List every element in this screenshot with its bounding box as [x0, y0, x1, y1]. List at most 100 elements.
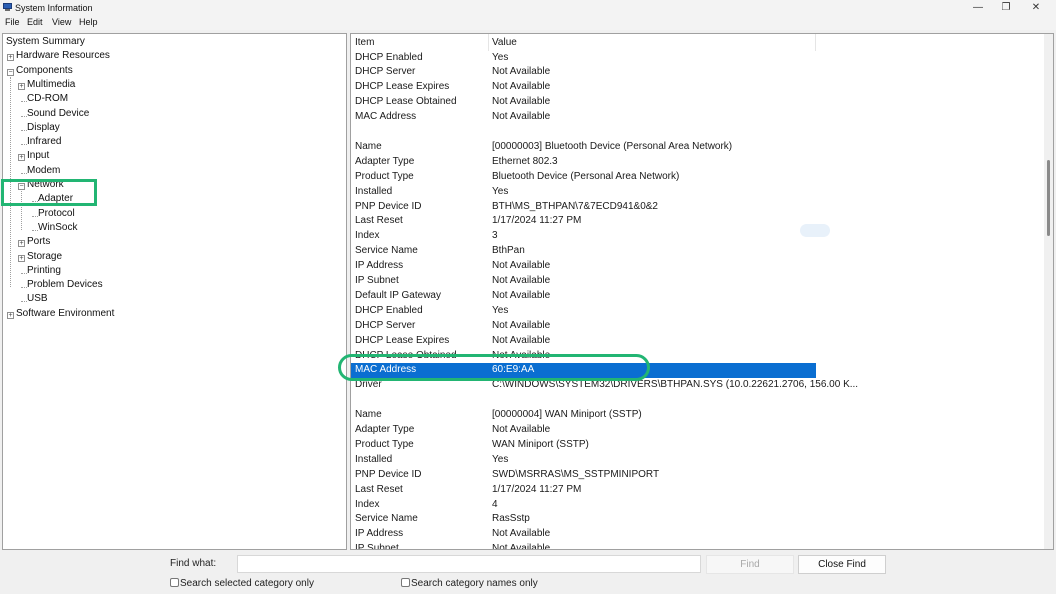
table-row[interactable]: MAC Address Not Available	[351, 110, 816, 125]
tree-item-problem-devices[interactable]: Problem Devices	[27, 279, 103, 290]
find-button[interactable]: Find	[706, 555, 794, 574]
tree-item-components[interactable]: Components	[16, 65, 73, 76]
expand-icon[interactable]: +	[18, 254, 25, 262]
checkbox-label: Search selected category only	[180, 578, 314, 589]
value-cell: Yes	[492, 453, 509, 465]
value-cell: Yes	[492, 304, 509, 316]
tree-item-storage[interactable]: Storage	[27, 251, 62, 262]
tree-item-system-summary[interactable]: System Summary	[6, 36, 85, 47]
item-cell: DHCP Lease Expires	[355, 334, 450, 346]
checkbox-box[interactable]	[401, 578, 410, 587]
table-row[interactable]: Installed Yes	[351, 185, 816, 200]
column-separator[interactable]	[815, 34, 816, 51]
value-cell: BTH\MS_BTHPAN\7&7ECD941&0&2	[492, 200, 658, 212]
table-row[interactable]: Product Type WAN Miniport (SSTP)	[351, 438, 816, 453]
item-cell: PNP Device ID	[355, 200, 422, 212]
table-row[interactable]: DHCP Server Not Available	[351, 319, 816, 334]
table-row[interactable]: Service Name BthPan	[351, 244, 816, 259]
table-row[interactable]: IP Subnet Not Available	[351, 274, 816, 289]
table-row[interactable]: DHCP Server Not Available	[351, 65, 816, 80]
minimize-button[interactable]: —	[963, 0, 993, 16]
tree-item-multimedia[interactable]: Multimedia	[27, 79, 75, 90]
table-row[interactable]: Last Reset 1/17/2024 11:27 PM	[351, 214, 816, 229]
expand-icon[interactable]: +	[7, 311, 14, 319]
tree-item-hardware-resources[interactable]: Hardware Resources	[16, 50, 110, 61]
details-list[interactable]: Item Value DHCP Enabled Yes DHCP Server Not…	[350, 33, 1054, 550]
item-cell: Service Name	[355, 245, 418, 257]
close-find-button[interactable]: Close Find	[798, 555, 886, 574]
close-button[interactable]: ✕	[1021, 0, 1051, 16]
menu-view[interactable]: View	[52, 17, 71, 27]
table-row[interactable]: DHCP Enabled Yes	[351, 304, 816, 319]
table-row[interactable]: Service Name RasSstp	[351, 512, 816, 527]
table-row[interactable]: Adapter Type Ethernet 802.3	[351, 155, 816, 170]
table-row[interactable]: Default IP Gateway Not Available	[351, 289, 816, 304]
table-row-spacer[interactable]	[351, 125, 816, 140]
table-row[interactable]: IP Address Not Available	[351, 259, 816, 274]
table-row[interactable]: Index 3	[351, 229, 816, 244]
tree-item-printing[interactable]: Printing	[27, 265, 61, 276]
tree-item-infrared[interactable]: Infrared	[27, 136, 61, 147]
expand-icon[interactable]: +	[7, 54, 14, 62]
item-cell: DHCP Enabled	[355, 51, 423, 63]
scrollbar-thumb[interactable]	[1047, 160, 1050, 236]
checkbox-box[interactable]	[170, 578, 179, 587]
menu-file[interactable]: File	[5, 17, 20, 27]
tree-item-cd-rom[interactable]: CD-ROM	[27, 93, 68, 104]
category-tree[interactable]: System Summary Hardware Resources + Compone…	[2, 33, 347, 550]
collapse-icon[interactable]: −	[7, 68, 14, 76]
tree-connector	[21, 129, 27, 131]
vertical-scrollbar[interactable]	[1044, 34, 1053, 549]
item-cell: Adapter Type	[355, 155, 415, 167]
table-row[interactable]: Name [00000004] WAN Miniport (SSTP)	[351, 408, 816, 423]
table-row[interactable]: DHCP Lease Expires Not Available	[351, 80, 816, 95]
table-row[interactable]: IP Subnet Not Available	[351, 542, 816, 549]
table-row[interactable]: Index 4	[351, 498, 816, 513]
table-row[interactable]: DHCP Lease Expires Not Available	[351, 334, 816, 349]
table-row[interactable]: DHCP Lease Obtained Not Available	[351, 95, 816, 110]
value-cell: Not Available	[492, 81, 551, 93]
item-cell: PNP Device ID	[355, 468, 422, 480]
column-separator[interactable]	[488, 34, 489, 51]
tree-item-usb[interactable]: USB	[27, 293, 48, 304]
tree-connector	[32, 215, 38, 217]
tree-item-protocol[interactable]: Protocol	[38, 208, 75, 219]
expand-icon[interactable]: +	[18, 154, 25, 162]
tree-item-display[interactable]: Display	[27, 122, 60, 133]
tree-item-software-environment[interactable]: Software Environment	[16, 308, 114, 319]
item-cell: MAC Address	[355, 111, 417, 123]
table-row[interactable]: PNP Device ID BTH\MS_BTHPAN\7&7ECD941&0&2	[351, 200, 816, 215]
column-header-item[interactable]: Item	[355, 37, 374, 48]
table-row[interactable]: Name [00000003] Bluetooth Device (Persona…	[351, 140, 816, 155]
menu-bar: File Edit View Help	[0, 16, 1056, 30]
tree-connector	[21, 301, 27, 303]
title-bar: System Information — ❐ ✕	[0, 0, 1056, 16]
column-header-value[interactable]: Value	[492, 37, 517, 48]
table-row[interactable]: PNP Device ID SWD\MSRRAS\MS_SSTPMINIPORT	[351, 468, 816, 483]
find-what-input[interactable]	[237, 555, 701, 573]
table-row[interactable]: Adapter Type Not Available	[351, 423, 816, 438]
table-row[interactable]: Last Reset 1/17/2024 11:27 PM	[351, 483, 816, 498]
value-cell: WAN Miniport (SSTP)	[492, 438, 589, 450]
tree-item-input[interactable]: Input	[27, 150, 49, 161]
table-row[interactable]: IP Address Not Available	[351, 527, 816, 542]
table-row[interactable]: Product Type Bluetooth Device (Personal A…	[351, 170, 816, 185]
table-row-spacer[interactable]	[351, 393, 816, 408]
tree-item-modem[interactable]: Modem	[27, 165, 60, 176]
table-row[interactable]: DHCP Enabled Yes	[351, 51, 816, 66]
tree-connector	[21, 115, 27, 117]
expand-icon[interactable]: +	[18, 82, 25, 90]
menu-edit[interactable]: Edit	[27, 17, 43, 27]
value-cell: BthPan	[492, 245, 525, 257]
menu-help[interactable]: Help	[79, 17, 98, 27]
tree-item-ports[interactable]: Ports	[27, 236, 50, 247]
item-cell: DHCP Enabled	[355, 304, 423, 316]
table-row[interactable]: Installed Yes	[351, 453, 816, 468]
expand-icon[interactable]: +	[18, 240, 25, 248]
maximize-button[interactable]: ❐	[991, 0, 1021, 16]
search-selected-category-checkbox[interactable]: Search selected category only	[170, 578, 314, 589]
search-category-names-checkbox[interactable]: Search category names only	[401, 578, 538, 589]
tree-item-winsock[interactable]: WinSock	[38, 222, 77, 233]
tree-item-sound-device[interactable]: Sound Device	[27, 108, 89, 119]
value-cell: Not Available	[492, 111, 551, 123]
